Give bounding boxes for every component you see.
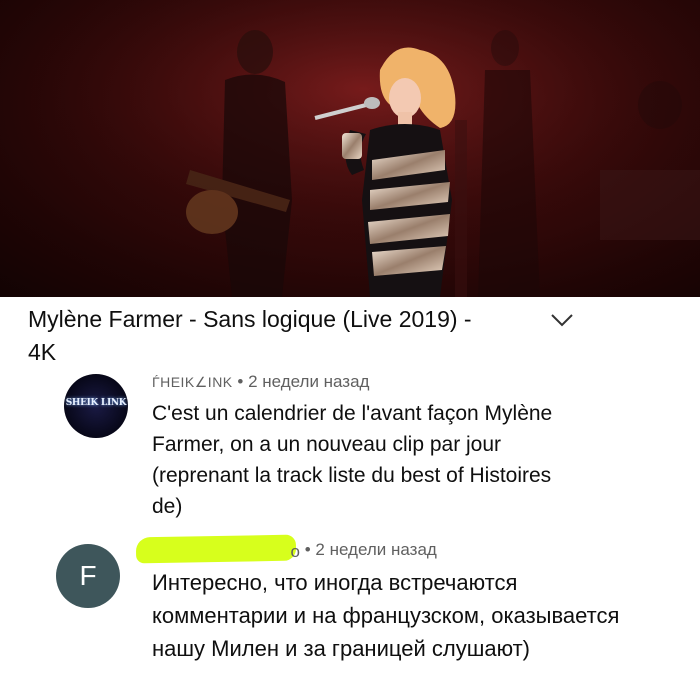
- comment-author-visible-part: о: [290, 542, 300, 561]
- comment-meta: о • 2 недели назад: [135, 534, 437, 564]
- avatar[interactable]: F: [56, 544, 120, 608]
- comment-author[interactable]: о: [135, 534, 300, 564]
- chevron-down-icon[interactable]: [548, 309, 576, 331]
- comment-author[interactable]: ЃHEIK∠INK: [152, 374, 233, 390]
- video-title-row[interactable]: Mylène Farmer - Sans logique (Live 2019)…: [28, 303, 668, 369]
- comment-time: 2 недели назад: [248, 372, 370, 391]
- meta-separator: •: [300, 540, 316, 559]
- redaction-highlight: [135, 534, 297, 564]
- comment-time: 2 недели назад: [315, 540, 437, 559]
- video-player[interactable]: [0, 0, 700, 297]
- comment-text: Интересно, что иногда встречаются коммен…: [152, 570, 620, 661]
- avatar[interactable]: SHEIK LINK: [64, 374, 128, 438]
- video-frame: [0, 0, 700, 297]
- meta-separator: •: [232, 372, 249, 391]
- video-title: Mylène Farmer - Sans logique (Live 2019)…: [28, 306, 472, 365]
- comment-text: C'est un calendrier de l'avant façon Myl…: [152, 402, 553, 518]
- avatar-letter: F: [79, 560, 97, 591]
- avatar-logo-text: SHEIK LINK: [65, 398, 127, 408]
- comment-meta: ЃHEIK∠INK • 2 недели назад: [152, 372, 369, 392]
